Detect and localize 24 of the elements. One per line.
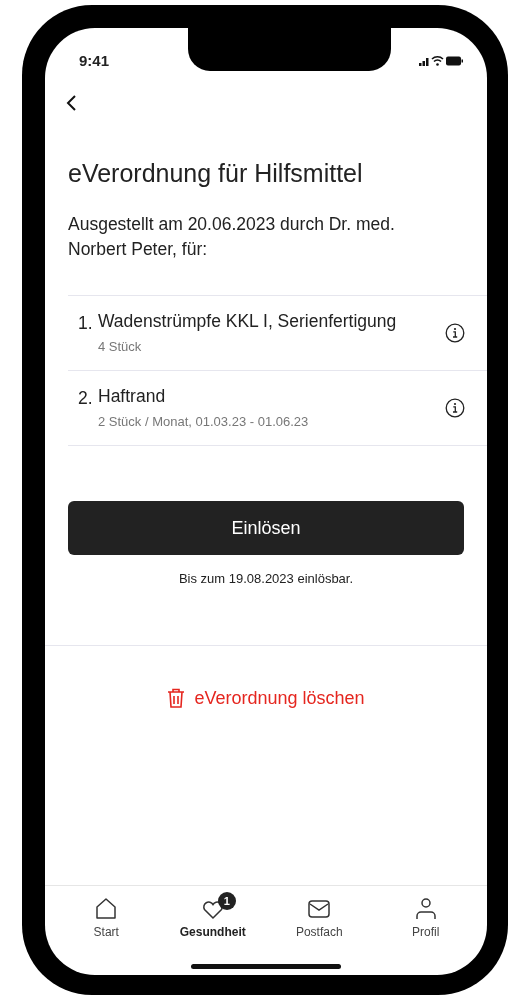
status-time: 9:41 [79,50,110,71]
tab-item[interactable]: Start [61,896,152,942]
status-icons [419,55,463,67]
mail-icon [307,897,332,921]
trash-icon [167,688,186,709]
item-number: 2. [78,387,94,411]
delete-button[interactable]: eVerordnung löschen [161,683,371,713]
tab-item[interactable]: Postfach [274,896,365,942]
item-name: Haftrand [98,385,167,409]
info-icon[interactable] [445,323,465,344]
item-number: 1. [78,312,94,335]
back-icon[interactable] [66,94,78,112]
redeem-button[interactable]: Einlösen [68,501,464,556]
home-icon [94,897,119,921]
tab-item[interactable]: Profil [380,896,471,942]
expiry-note: Bis zum 19.08.2023 einlösbar. [178,570,354,589]
item-detail: 2 Stück / Monat, 01.03.23 - 01.06.23 [98,412,310,431]
person-icon [413,897,438,921]
count-badge: 1 [217,892,236,910]
page-title: eVerordnung für Hilfsmittel [68,158,364,188]
item-detail: 4 Stück [98,337,143,356]
item-name: Wadenstrümpfe KKL I, Serienfertigung [98,310,398,333]
issuer-text: Ausgestellt am 20.06.2023 durch Dr. med. Norbert Peter, für: [68,213,396,261]
info-icon[interactable] [445,398,465,419]
